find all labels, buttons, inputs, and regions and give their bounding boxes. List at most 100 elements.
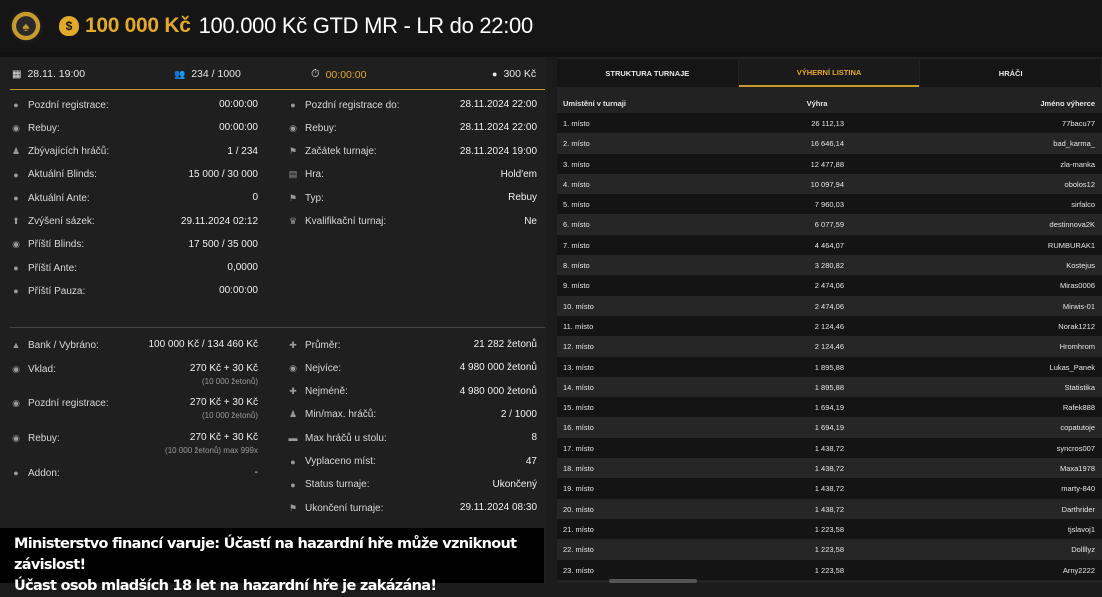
cell-place: 19. místo — [563, 484, 594, 494]
cell-name: bad_karma_ — [1053, 139, 1095, 149]
info-label: Pozdní registrace do: — [305, 99, 400, 111]
table-row: 2. místo 16 646,14 bad_karma_ — [557, 133, 1102, 154]
calendar-icon: ▦ — [12, 68, 22, 80]
money-icon: ◉ — [12, 397, 20, 408]
info-row: ● Pozdní registrace: — [10, 97, 109, 113]
table-row: 13. místo 1 895,88 Lukas_Panek — [557, 356, 1102, 377]
tab-prize-list[interactable]: Výherní listina — [738, 59, 920, 87]
info-row: ● Příští Ante: — [10, 260, 77, 276]
info-value: Rebuy — [508, 192, 537, 204]
summary-date: ▦ 28.11. 19:00 — [12, 68, 85, 80]
late-reg-row: ◉ Pozdní registrace: — [10, 395, 109, 411]
info-value: 28.11.2024 19:00 — [459, 145, 537, 157]
bag-icon: ● — [290, 456, 296, 467]
cell-place: 17. místo — [563, 443, 594, 453]
summary-timer: ⏱ 00:00:00 — [311, 68, 366, 81]
info-row: ▤ Hra: — [287, 167, 324, 183]
horizontal-scrollbar[interactable] — [609, 579, 697, 583]
summary-timer-text: 00:00:00 — [325, 68, 367, 81]
flag-icon: ⚑ — [288, 502, 298, 513]
money-icon: ◉ — [12, 363, 20, 374]
table-row: 16. místo 1 694,19 copatutoje — [557, 417, 1102, 438]
info-label: Ukončení turnaje: — [305, 502, 384, 514]
cell-win: 1 694,19 — [814, 423, 844, 433]
info-label: Nejméně: — [305, 386, 348, 398]
cell-place: 11. místo — [563, 321, 594, 331]
stopwatch-icon: ⏱ — [311, 68, 320, 80]
table-row: 21. místo 1 223,58 tjslavoj1 — [557, 518, 1102, 540]
col-header-place: Umístění v turnaji — [563, 99, 626, 108]
info-icon: ● — [13, 468, 19, 478]
bank-value: 100 000 Kč / 134 460 Kč — [148, 339, 258, 350]
addon-value: - — [254, 467, 258, 478]
cell-name: Norak1212 — [1058, 321, 1095, 331]
table-row: 5. místo 7 960,03 sirfalco — [557, 194, 1102, 215]
clock-icon: ● — [13, 263, 19, 274]
info-label: Příští Pauza: — [28, 285, 86, 297]
info-row: ⚑ Ukončení turnaje: — [287, 500, 383, 516]
info-row: ⚑ Typ: — [287, 190, 324, 206]
table-row: 20. místo 1 438,72 Darthrider — [557, 498, 1102, 519]
bank-row: ▲ Bank / Vybráno: — [10, 337, 99, 353]
vklad-sub: (10 000 žetonů) — [201, 377, 258, 386]
cell-place: 10. místo — [563, 301, 594, 311]
tab-structure[interactable]: Struktura turnaje — [557, 59, 738, 87]
cell-win: 7 960,03 — [814, 200, 844, 210]
users-icon: ♟ — [11, 146, 21, 157]
cell-name: Hromhrom — [1059, 342, 1095, 352]
cell-place: 7. místo — [563, 240, 590, 250]
table-row: 15. místo 1 694,19 Rafek888 — [557, 397, 1102, 418]
cell-win: 1 223,58 — [814, 524, 844, 534]
info-value: 28.11.2024 22:00 — [459, 122, 537, 134]
info-label: Aktuální Ante: — [28, 192, 90, 204]
cell-name: Dollllyz — [1071, 545, 1095, 555]
cell-name: obolos12 — [1064, 179, 1095, 189]
info-label: Začátek turnaje: — [305, 146, 377, 158]
info-value: 4 980 000 žetonů — [459, 385, 537, 397]
info-row: ◉ Nejvíce: — [287, 360, 341, 376]
col-header-win: Výhra — [806, 99, 828, 108]
cell-win: 1 438,72 — [814, 464, 844, 474]
info-row: ● Vyplaceno míst: — [287, 454, 376, 470]
section-divider — [10, 327, 545, 328]
summary-buyin: ● 300 Kč — [492, 68, 536, 80]
results-table: 1. místo 26 112,13 77bacu77 2. místo 16 646,… — [557, 113, 1102, 580]
cell-win: 2 124,46 — [814, 321, 844, 331]
vklad-value: 270 Kč + 30 Kč — [189, 363, 258, 374]
cell-place: 6. místo — [563, 220, 590, 230]
info-label: Pozdní registrace: — [28, 99, 109, 111]
user-icon: ● — [290, 100, 296, 110]
info-value: 00:00:00 — [219, 99, 258, 110]
tab-players[interactable]: Hráči — [920, 59, 1102, 87]
cell-place: 14. místo — [563, 382, 594, 392]
info-row: ● Aktuální Blinds: — [10, 167, 97, 183]
info-row: ● Status turnaje: — [287, 477, 369, 493]
table-row: 7. místo 4 464,07 RUMBURAK1 — [557, 234, 1102, 256]
cell-win: 3 280,82 — [814, 261, 844, 271]
rebuy-cost-value: 270 Kč + 30 Kč — [189, 432, 258, 443]
table-icon: ▬ — [288, 433, 298, 444]
bank-icon: ▲ — [11, 340, 21, 350]
casino-chip-logo[interactable]: ♠ — [9, 9, 43, 43]
money-icon: ◉ — [12, 122, 20, 133]
cell-name: Maxa1978 — [1059, 464, 1095, 474]
table-row: 23. místo 1 223,58 Arny2222 — [557, 559, 1102, 580]
cell-place: 5. místo — [563, 200, 590, 210]
money-bag-icon: $ — [59, 16, 79, 36]
cell-win: 4 464,07 — [814, 240, 844, 250]
cell-name: Kostejus — [1066, 261, 1095, 271]
table-row: 8. místo 3 280,82 Kostejus — [557, 255, 1102, 276]
cell-win: 1 694,19 — [814, 403, 844, 413]
cell-place: 2. místo — [563, 139, 590, 149]
flag-icon: ⚑ — [288, 192, 298, 203]
table-row: 18. místo 1 438,72 Maxa1978 — [557, 458, 1102, 479]
info-row: ✚ Nejméně: — [287, 384, 348, 400]
tab-bar: Struktura turnaje Výherní listina Hráči — [557, 59, 1102, 87]
info-row: ● Příští Pauza: — [10, 283, 85, 299]
cell-name: Darthrider — [1061, 504, 1095, 514]
rebuy-cost-label: Rebuy: — [28, 432, 60, 444]
cell-name: Mirwis-01 — [1062, 301, 1095, 311]
table-row: 9. místo 2 474,06 Miras0006 — [557, 275, 1102, 296]
tournament-title: 100.000 Kč GTD MR - LR do 22:00 — [198, 13, 534, 38]
plus-icon: ✚ — [289, 339, 297, 350]
